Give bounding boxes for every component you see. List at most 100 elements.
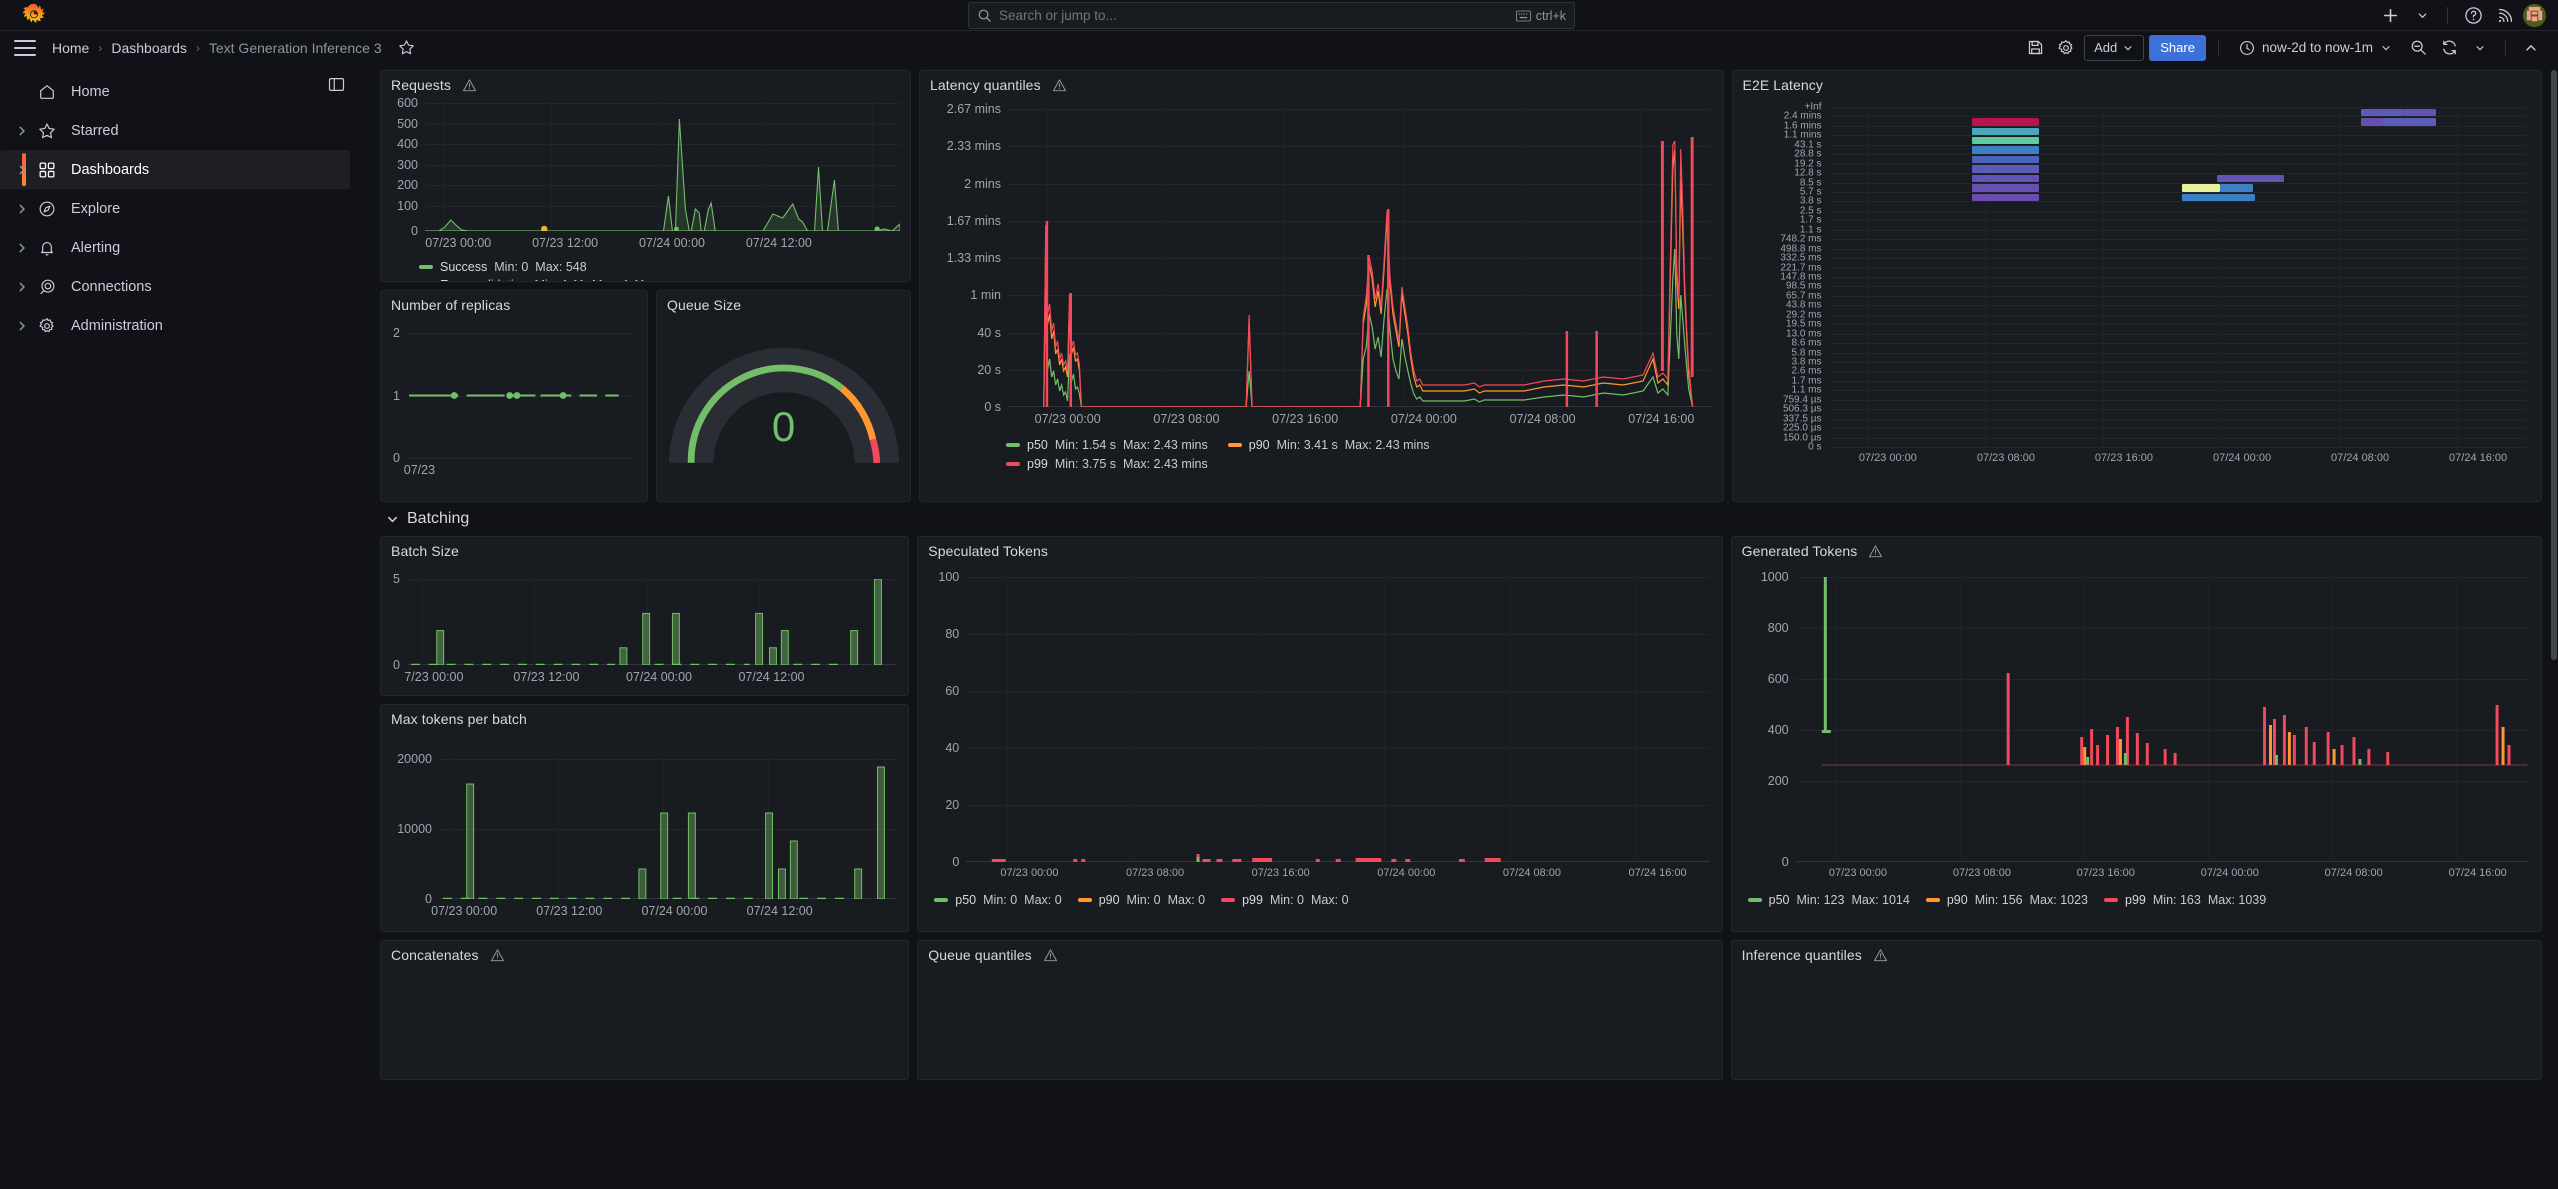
panel-header-latency-quantiles[interactable]: Latency quantiles: [920, 71, 1723, 99]
chevron-right-icon[interactable]: [16, 242, 28, 254]
heatmap-cell[interactable]: [1971, 127, 2039, 135]
panel-header-number-of-replicas[interactable]: Number of replicas: [381, 291, 647, 319]
panel-speculated-tokens[interactable]: Speculated Tokens 100 80 60 40 20 0 07/2…: [917, 536, 1723, 932]
help-circle-icon[interactable]: [2459, 4, 2487, 28]
legend-item[interactable]: Error: validation Min: 1.11 Max: 1.11: [419, 278, 898, 281]
legend-item[interactable]: p99 Min: 163 Max: 1039: [2104, 893, 2266, 907]
new-dropdown-chevron-down-icon[interactable]: [2408, 4, 2436, 28]
legend-item[interactable]: p50 Min: 123 Max: 1014: [1747, 893, 1910, 907]
panel-header-inference-quantiles[interactable]: Inference quantiles: [1732, 941, 2541, 969]
heatmap-cell[interactable]: [1971, 174, 2039, 183]
max-tokens-bars: [442, 766, 885, 899]
heatmap-cell[interactable]: [2383, 118, 2437, 126]
heatmap-cell[interactable]: [1971, 165, 2039, 173]
chevron-right-icon[interactable]: [16, 281, 28, 293]
panel-generated-tokens[interactable]: Generated Tokens 1000 800 600 400 200 0 …: [1730, 536, 2542, 932]
share-dashboard-button[interactable]: Share: [2149, 34, 2206, 61]
panel-e2e-latency[interactable]: E2E Latency 07/23 00:00 07/23 08:00 07/2…: [1731, 70, 2542, 502]
panel-inference-quantiles[interactable]: Inference quantiles: [1730, 940, 2543, 1080]
panel-requests[interactable]: Requests 600 500 400 300 200 100 0 07/23…: [380, 70, 911, 282]
sidebar-item-administration[interactable]: Administration: [0, 306, 350, 345]
section-header-batching[interactable]: Batching: [380, 502, 2542, 536]
legend-item[interactable]: p90 Min: 3.41 s Max: 2.43 mins: [1227, 438, 1430, 452]
dashboard-scrollbar[interactable]: [2550, 64, 2558, 1189]
panel-concatenates[interactable]: Concatenates: [380, 940, 910, 1080]
breadcrumb-item-dashboards[interactable]: Dashboards: [111, 40, 187, 56]
legend-item[interactable]: p50 Min: 1.54 s Max: 2.43 mins: [1006, 438, 1208, 452]
panel-latency-quantiles[interactable]: Latency quantiles 2.67 mins 2.33 mins 2 …: [919, 70, 1724, 502]
chevron-right-icon[interactable]: [16, 203, 28, 215]
search-input[interactable]: [999, 8, 1509, 23]
heatmap-cell[interactable]: [2181, 193, 2256, 202]
panel-queue-size[interactable]: Queue Size 0: [656, 290, 911, 502]
legend-item[interactable]: p99 Min: 0 Max: 0: [1221, 893, 1349, 907]
add-panel-button[interactable]: Add: [2084, 34, 2145, 61]
heatmap-cell[interactable]: [2216, 174, 2284, 183]
heatmap-cell[interactable]: [2220, 184, 2254, 192]
scrollbar-thumb[interactable]: [2551, 70, 2557, 660]
legend-item[interactable]: p99 Min: 3.75 s Max: 2.43 mins: [1006, 457, 1711, 471]
rss-news-icon[interactable]: [2491, 4, 2519, 28]
chevron-down-icon[interactable]: [386, 513, 399, 526]
panel-header-concatenates[interactable]: Concatenates: [381, 941, 908, 969]
panel-number-of-replicas[interactable]: Number of replicas 2 1 0 07/23: [380, 290, 648, 502]
time-range-picker[interactable]: now-2d to now-1m: [2231, 35, 2400, 61]
star-dashboard-button[interactable]: [396, 37, 418, 59]
heatmap-cell[interactable]: [2360, 118, 2384, 126]
legend-item[interactable]: p90 Min: 0 Max: 0: [1077, 893, 1205, 907]
panel-header-max-tokens-per-batch[interactable]: Max tokens per batch: [381, 705, 908, 733]
panel-header-generated-tokens[interactable]: Generated Tokens: [1732, 537, 2541, 565]
sidebar-item-home[interactable]: Home: [0, 72, 350, 111]
sidebar-item-dashboards[interactable]: Dashboards: [0, 150, 350, 189]
dashboard-canvas[interactable]: Requests 600 500 400 300 200 100 0 07/23…: [372, 64, 2550, 1189]
save-dashboard-button[interactable]: [2022, 35, 2048, 61]
sidebar-item-alerting[interactable]: Alerting: [0, 228, 350, 267]
gauge-value: 0: [771, 403, 796, 451]
heatmap-cell[interactable]: [2360, 108, 2405, 117]
panel-header-e2e-latency[interactable]: E2E Latency: [1733, 71, 2541, 99]
legend-item[interactable]: p90 Min: 156 Max: 1023: [1925, 893, 2088, 907]
alert-triangle-icon[interactable]: [1052, 78, 1067, 93]
chevron-right-icon[interactable]: [16, 125, 28, 137]
grafana-logo-icon[interactable]: [20, 2, 48, 30]
global-search-box[interactable]: ctrl+k: [968, 2, 1575, 29]
heatmap-cell[interactable]: [2404, 108, 2437, 117]
alert-triangle-icon[interactable]: [1873, 948, 1888, 963]
panel-queue-quantiles[interactable]: Queue quantiles: [917, 940, 1723, 1080]
chevron-right-icon[interactable]: [16, 320, 28, 332]
sidebar-item-connections[interactable]: Connections: [0, 267, 350, 306]
panel-batch-size[interactable]: Batch Size 5 0 7/23 00:00 07/23 12:00 07…: [380, 536, 910, 696]
panel-header-requests[interactable]: Requests: [381, 71, 910, 99]
heatmap-cell[interactable]: [1971, 137, 2039, 145]
alert-triangle-icon[interactable]: [462, 78, 477, 93]
sidebar-item-explore[interactable]: Explore: [0, 189, 350, 228]
refresh-interval-dropdown[interactable]: [2467, 35, 2493, 61]
menu-toggle-button[interactable]: [14, 39, 36, 56]
alert-triangle-icon[interactable]: [490, 948, 505, 963]
refresh-dashboard-button[interactable]: [2436, 35, 2462, 61]
chevron-right-icon[interactable]: [16, 164, 28, 176]
dashboard-settings-button[interactable]: [2053, 35, 2079, 61]
panel-header-queue-size[interactable]: Queue Size: [657, 291, 910, 319]
legend-speculated-tokens: p50 Min: 0 Max: 0 p90 Min: 0 Max: 0 p99 …: [918, 888, 1721, 907]
user-avatar[interactable]: [2523, 4, 2546, 27]
zoom-out-time-range-button[interactable]: [2405, 35, 2431, 61]
alert-triangle-icon[interactable]: [1043, 948, 1058, 963]
panel-header-speculated-tokens[interactable]: Speculated Tokens: [918, 537, 1721, 565]
heatmap-cell[interactable]: [1971, 193, 2039, 202]
panel-header-batch-size[interactable]: Batch Size: [381, 537, 908, 565]
legend-item[interactable]: p50 Min: 0 Max: 0: [934, 893, 1062, 907]
heatmap-cell[interactable]: [1971, 155, 2039, 164]
heatmap-cell[interactable]: [2181, 184, 2221, 192]
panel-max-tokens-per-batch[interactable]: Max tokens per batch 20000 10000 0 07/23…: [380, 704, 910, 932]
heatmap-cell[interactable]: [1971, 118, 2039, 126]
collapse-toolbar-button[interactable]: [2518, 35, 2544, 61]
legend-item[interactable]: Success Min: 0 Max: 548: [419, 260, 898, 274]
alert-triangle-icon[interactable]: [1868, 544, 1883, 559]
heatmap-cell[interactable]: [1971, 184, 2039, 192]
sidebar-item-starred[interactable]: Starred: [0, 111, 350, 150]
panel-header-queue-quantiles[interactable]: Queue quantiles: [918, 941, 1721, 969]
new-button[interactable]: [2376, 4, 2404, 28]
breadcrumb-item-home[interactable]: Home: [52, 40, 89, 56]
heatmap-cell[interactable]: [1971, 146, 2039, 154]
